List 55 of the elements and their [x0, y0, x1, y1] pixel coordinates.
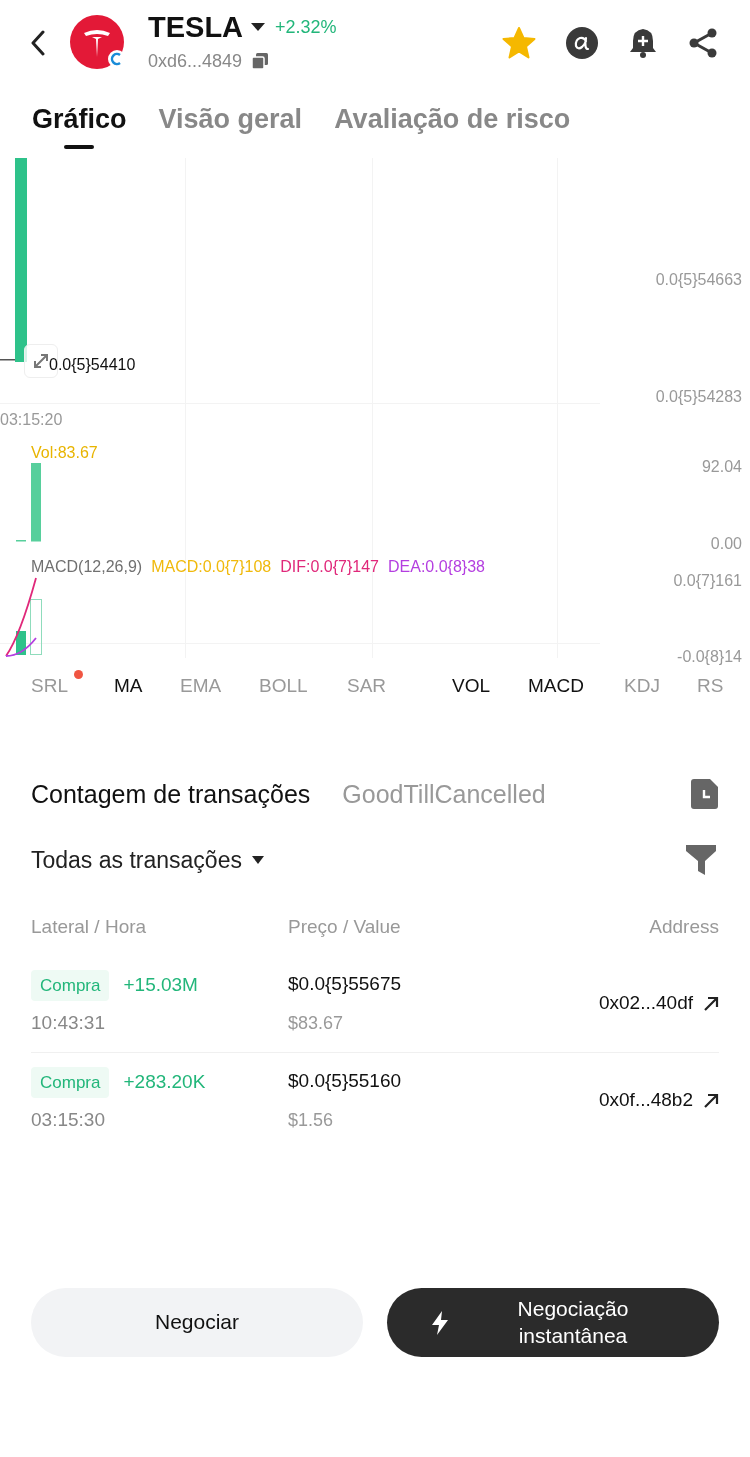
indicator-legend: MACD(12,26,9)	[31, 555, 143, 579]
axis-label: 0.0{5}54283	[655, 387, 742, 407]
indicator-tab[interactable]: VOL	[452, 672, 491, 701]
external-link-icon	[703, 995, 719, 1012]
back-icon[interactable]	[30, 30, 46, 56]
trade-time: 10:43:31	[31, 1011, 106, 1035]
trade-time: 03:15:30	[31, 1108, 106, 1132]
document-clock-icon[interactable]	[691, 779, 719, 809]
indicator-tab[interactable]: MA	[114, 672, 143, 701]
trade-price: $0.0{5}55160	[288, 1068, 403, 1093]
chart-tab[interactable]: Avaliação de risco	[334, 106, 571, 149]
expand-icon	[32, 352, 50, 370]
trade-amount: +15.03M	[123, 973, 198, 997]
side-tag: Compra	[31, 969, 110, 1001]
token-address: 0xd6...4849	[148, 51, 243, 70]
copy-icon[interactable]	[252, 52, 269, 69]
trade-price: $0.0{5}55675	[288, 971, 403, 996]
star-icon[interactable]	[502, 27, 536, 59]
filter-icon[interactable]	[686, 845, 716, 875]
chart-tab[interactable]: Visão geral	[158, 106, 303, 149]
add-alert-bell-icon[interactable]	[628, 27, 658, 59]
indicator-legend: DEA:0.0{8}38	[388, 555, 485, 579]
price-change: +2.32%	[275, 18, 337, 36]
lightning-icon	[431, 1310, 449, 1335]
section-tab[interactable]: Contagem de transações	[31, 781, 311, 807]
axis-label: 0.0{5}54663	[655, 270, 742, 290]
trade-amount: +283.20K	[123, 1070, 206, 1094]
column-header: Address	[649, 915, 719, 939]
address-link[interactable]: 0x0f...48b2	[598, 1086, 719, 1115]
indicator-legend: MACD:0.0{7}108	[151, 555, 272, 579]
axis-label: 0.0{7}161	[673, 571, 742, 591]
axis-label: 92.04	[701, 457, 742, 477]
indicator-tab[interactable]: MACD	[528, 672, 584, 701]
address-link[interactable]: 0x02...40df	[598, 989, 719, 1018]
trade-button[interactable]: Negociação instantânea	[387, 1288, 719, 1357]
alpha-icon[interactable]	[566, 27, 598, 59]
transaction-filter-dropdown[interactable]: Todas as transações	[31, 842, 264, 878]
axis-label: -0.0{8}14	[677, 647, 742, 666]
axis-label: 0.00	[710, 534, 742, 554]
time-label: 03:15:20	[0, 410, 63, 430]
external-link-icon	[703, 1092, 719, 1109]
price-marker-label: 0.0{5}54410	[49, 355, 136, 375]
share-icon[interactable]	[688, 28, 718, 58]
column-header: Lateral / Hora	[31, 915, 148, 939]
volume-label: Vol:83.67	[31, 443, 98, 463]
trade-value: $83.67	[288, 1012, 345, 1036]
caret-icon	[251, 856, 264, 864]
token-name: TESLA	[148, 12, 244, 42]
side-tag: Compra	[31, 1066, 110, 1098]
caret-icon[interactable]	[251, 22, 266, 32]
trade-button[interactable]: Negociar	[31, 1288, 363, 1357]
chart-tab[interactable]: Gráfico	[32, 106, 127, 149]
column-header: Preço / Value	[288, 915, 402, 939]
trade-value: $1.56	[288, 1109, 335, 1133]
indicator-legend: DIF:0.0{7}147	[280, 555, 379, 579]
